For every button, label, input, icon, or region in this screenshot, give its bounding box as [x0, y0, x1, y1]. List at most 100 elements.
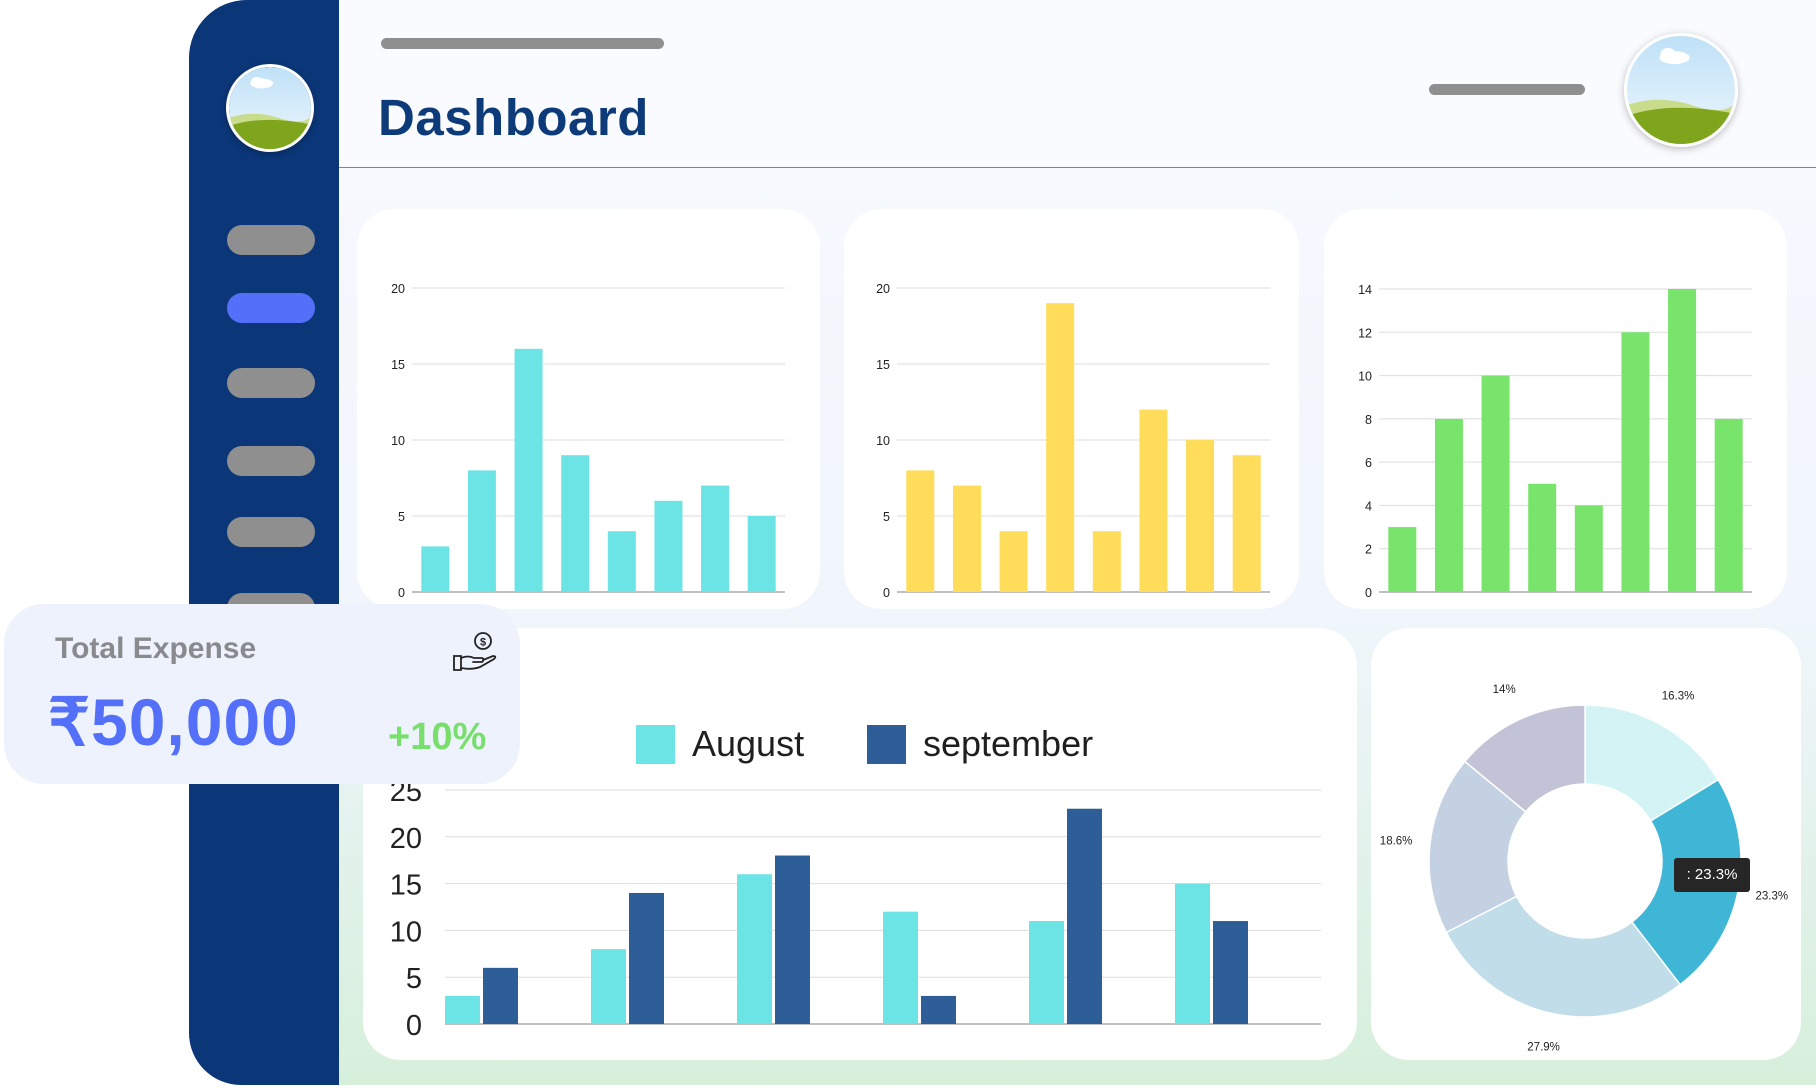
- bar: [1046, 303, 1075, 592]
- donut-slice-label: 27.9%: [1527, 1041, 1560, 1053]
- y-tick-label: 5: [406, 963, 422, 995]
- y-tick-label: 10: [391, 434, 405, 448]
- user-avatar[interactable]: [1624, 33, 1738, 147]
- bar: [1092, 531, 1121, 592]
- y-tick-label: 12: [1358, 326, 1372, 340]
- y-tick-label: 20: [876, 282, 890, 296]
- bar: [1388, 527, 1417, 592]
- bar: [483, 967, 518, 1024]
- legend-item-august[interactable]: August: [636, 723, 804, 765]
- bar: [952, 485, 981, 592]
- y-tick-label: 2: [1365, 543, 1372, 557]
- sidebar-item-3[interactable]: [227, 368, 315, 398]
- bar: [1232, 455, 1261, 592]
- donut-slice-label: 16.3%: [1662, 690, 1695, 702]
- bar-chart-svg: 0 2 4 6 8 10 12 14: [1358, 283, 1752, 600]
- y-tick-label: 4: [1365, 499, 1372, 513]
- bar: [883, 911, 918, 1024]
- svg-text:$: $: [480, 637, 486, 649]
- bar: [775, 855, 810, 1024]
- donut-chart-svg: 16.3% 23.3% 27.9% 18.6% 14%: [1380, 684, 1789, 1053]
- y-tick-label: 15: [876, 358, 890, 372]
- expense-change: +10%: [388, 716, 487, 758]
- y-tick-label: 0: [406, 1010, 422, 1042]
- legend-label: september: [923, 723, 1094, 764]
- bar: [445, 995, 480, 1024]
- bar: [1668, 289, 1697, 592]
- donut-slice-label: 23.3%: [1756, 891, 1789, 903]
- y-tick-label: 5: [398, 510, 405, 524]
- main-area: Dashboard 0 5 10 15 20 0 5 10 15 20 0 2 4 6 8 10 12 14 …: [339, 0, 1816, 1085]
- bar-chart-card-cyan: 0 5 10 15 20: [357, 209, 820, 609]
- bar: [1186, 440, 1215, 592]
- y-tick-label: 0: [1365, 586, 1372, 600]
- sidebar-item-4[interactable]: [227, 446, 315, 476]
- y-tick-label: 20: [391, 282, 405, 296]
- bar: [1067, 808, 1102, 1024]
- bar: [999, 531, 1028, 592]
- hand-money-icon: $: [453, 632, 497, 671]
- sidebar-item-2-active[interactable]: [227, 293, 315, 323]
- sidebar: [189, 0, 339, 1085]
- bar: [737, 874, 772, 1024]
- bar: [1175, 883, 1210, 1024]
- expense-value: ₹50,000: [48, 685, 299, 759]
- bar: [561, 455, 590, 592]
- landscape-avatar-icon: [1627, 36, 1735, 144]
- legend-swatch: [636, 724, 675, 764]
- y-tick-label: 8: [1365, 413, 1372, 427]
- y-tick-label: 10: [1358, 370, 1372, 384]
- bar: [1714, 418, 1743, 592]
- y-tick-label: 0: [398, 586, 405, 600]
- bar: [591, 949, 626, 1024]
- donut-tooltip: : 23.3%: [1674, 858, 1750, 892]
- sidebar-avatar[interactable]: [226, 64, 314, 152]
- user-name-placeholder-line: [1429, 84, 1585, 95]
- bar: [1621, 332, 1650, 592]
- legend-item-september[interactable]: september: [867, 723, 1093, 765]
- bar-chart-svg: 0 5 10 15 20: [876, 282, 1270, 600]
- bar: [906, 470, 935, 592]
- bar: [1029, 921, 1064, 1024]
- bar: [607, 531, 636, 592]
- bar-chart-card-green: 0 2 4 6 8 10 12 14: [1324, 209, 1787, 609]
- top-bar: Dashboard: [339, 0, 1816, 168]
- legend-swatch: [867, 724, 906, 764]
- bar: [921, 995, 956, 1024]
- y-tick-label: 0: [883, 586, 890, 600]
- y-tick-label: 6: [1365, 456, 1372, 470]
- bar: [1139, 409, 1168, 592]
- bar: [1213, 921, 1248, 1024]
- bar-chart-card-yellow: 0 5 10 15 20: [844, 209, 1299, 609]
- bar: [654, 500, 683, 592]
- y-tick-label: 15: [391, 358, 405, 372]
- donut-slice-label: 14%: [1493, 684, 1516, 696]
- bar: [701, 485, 730, 592]
- bar: [467, 470, 496, 592]
- landscape-avatar-icon: [229, 67, 311, 149]
- bar: [421, 546, 450, 592]
- total-expense-card[interactable]: Total Expense ₹50,000 +10% $: [4, 604, 520, 784]
- bar: [747, 516, 776, 592]
- sidebar-item-5[interactable]: [227, 517, 315, 547]
- sidebar-item-1[interactable]: [227, 225, 315, 255]
- bar: [1434, 418, 1463, 592]
- y-tick-label: 15: [390, 870, 422, 902]
- y-tick-label: 20: [390, 823, 422, 855]
- bar: [1481, 375, 1510, 592]
- legend-label: August: [692, 723, 805, 764]
- bar-chart-svg: 0 5 10 15 20: [391, 282, 785, 600]
- bar: [1528, 483, 1557, 592]
- expense-title: Total Expense: [55, 632, 257, 665]
- page-title: Dashboard: [378, 89, 649, 146]
- donut-chart-card: 16.3% 23.3% 27.9% 18.6% 14%: [1371, 628, 1801, 1060]
- bar: [1574, 505, 1603, 592]
- y-tick-label: 5: [883, 510, 890, 524]
- bar: [514, 348, 543, 592]
- y-tick-label: 10: [876, 434, 890, 448]
- header-placeholder-line: [381, 38, 664, 49]
- y-tick-label: 14: [1358, 283, 1372, 297]
- donut-slice-label: 18.6%: [1380, 835, 1413, 847]
- y-tick-label: 10: [390, 916, 422, 948]
- stage: Dashboard 0 5 10 15 20 0 5 10 15 20 0 2 4 6 8 10 12 14 …: [0, 0, 1816, 1088]
